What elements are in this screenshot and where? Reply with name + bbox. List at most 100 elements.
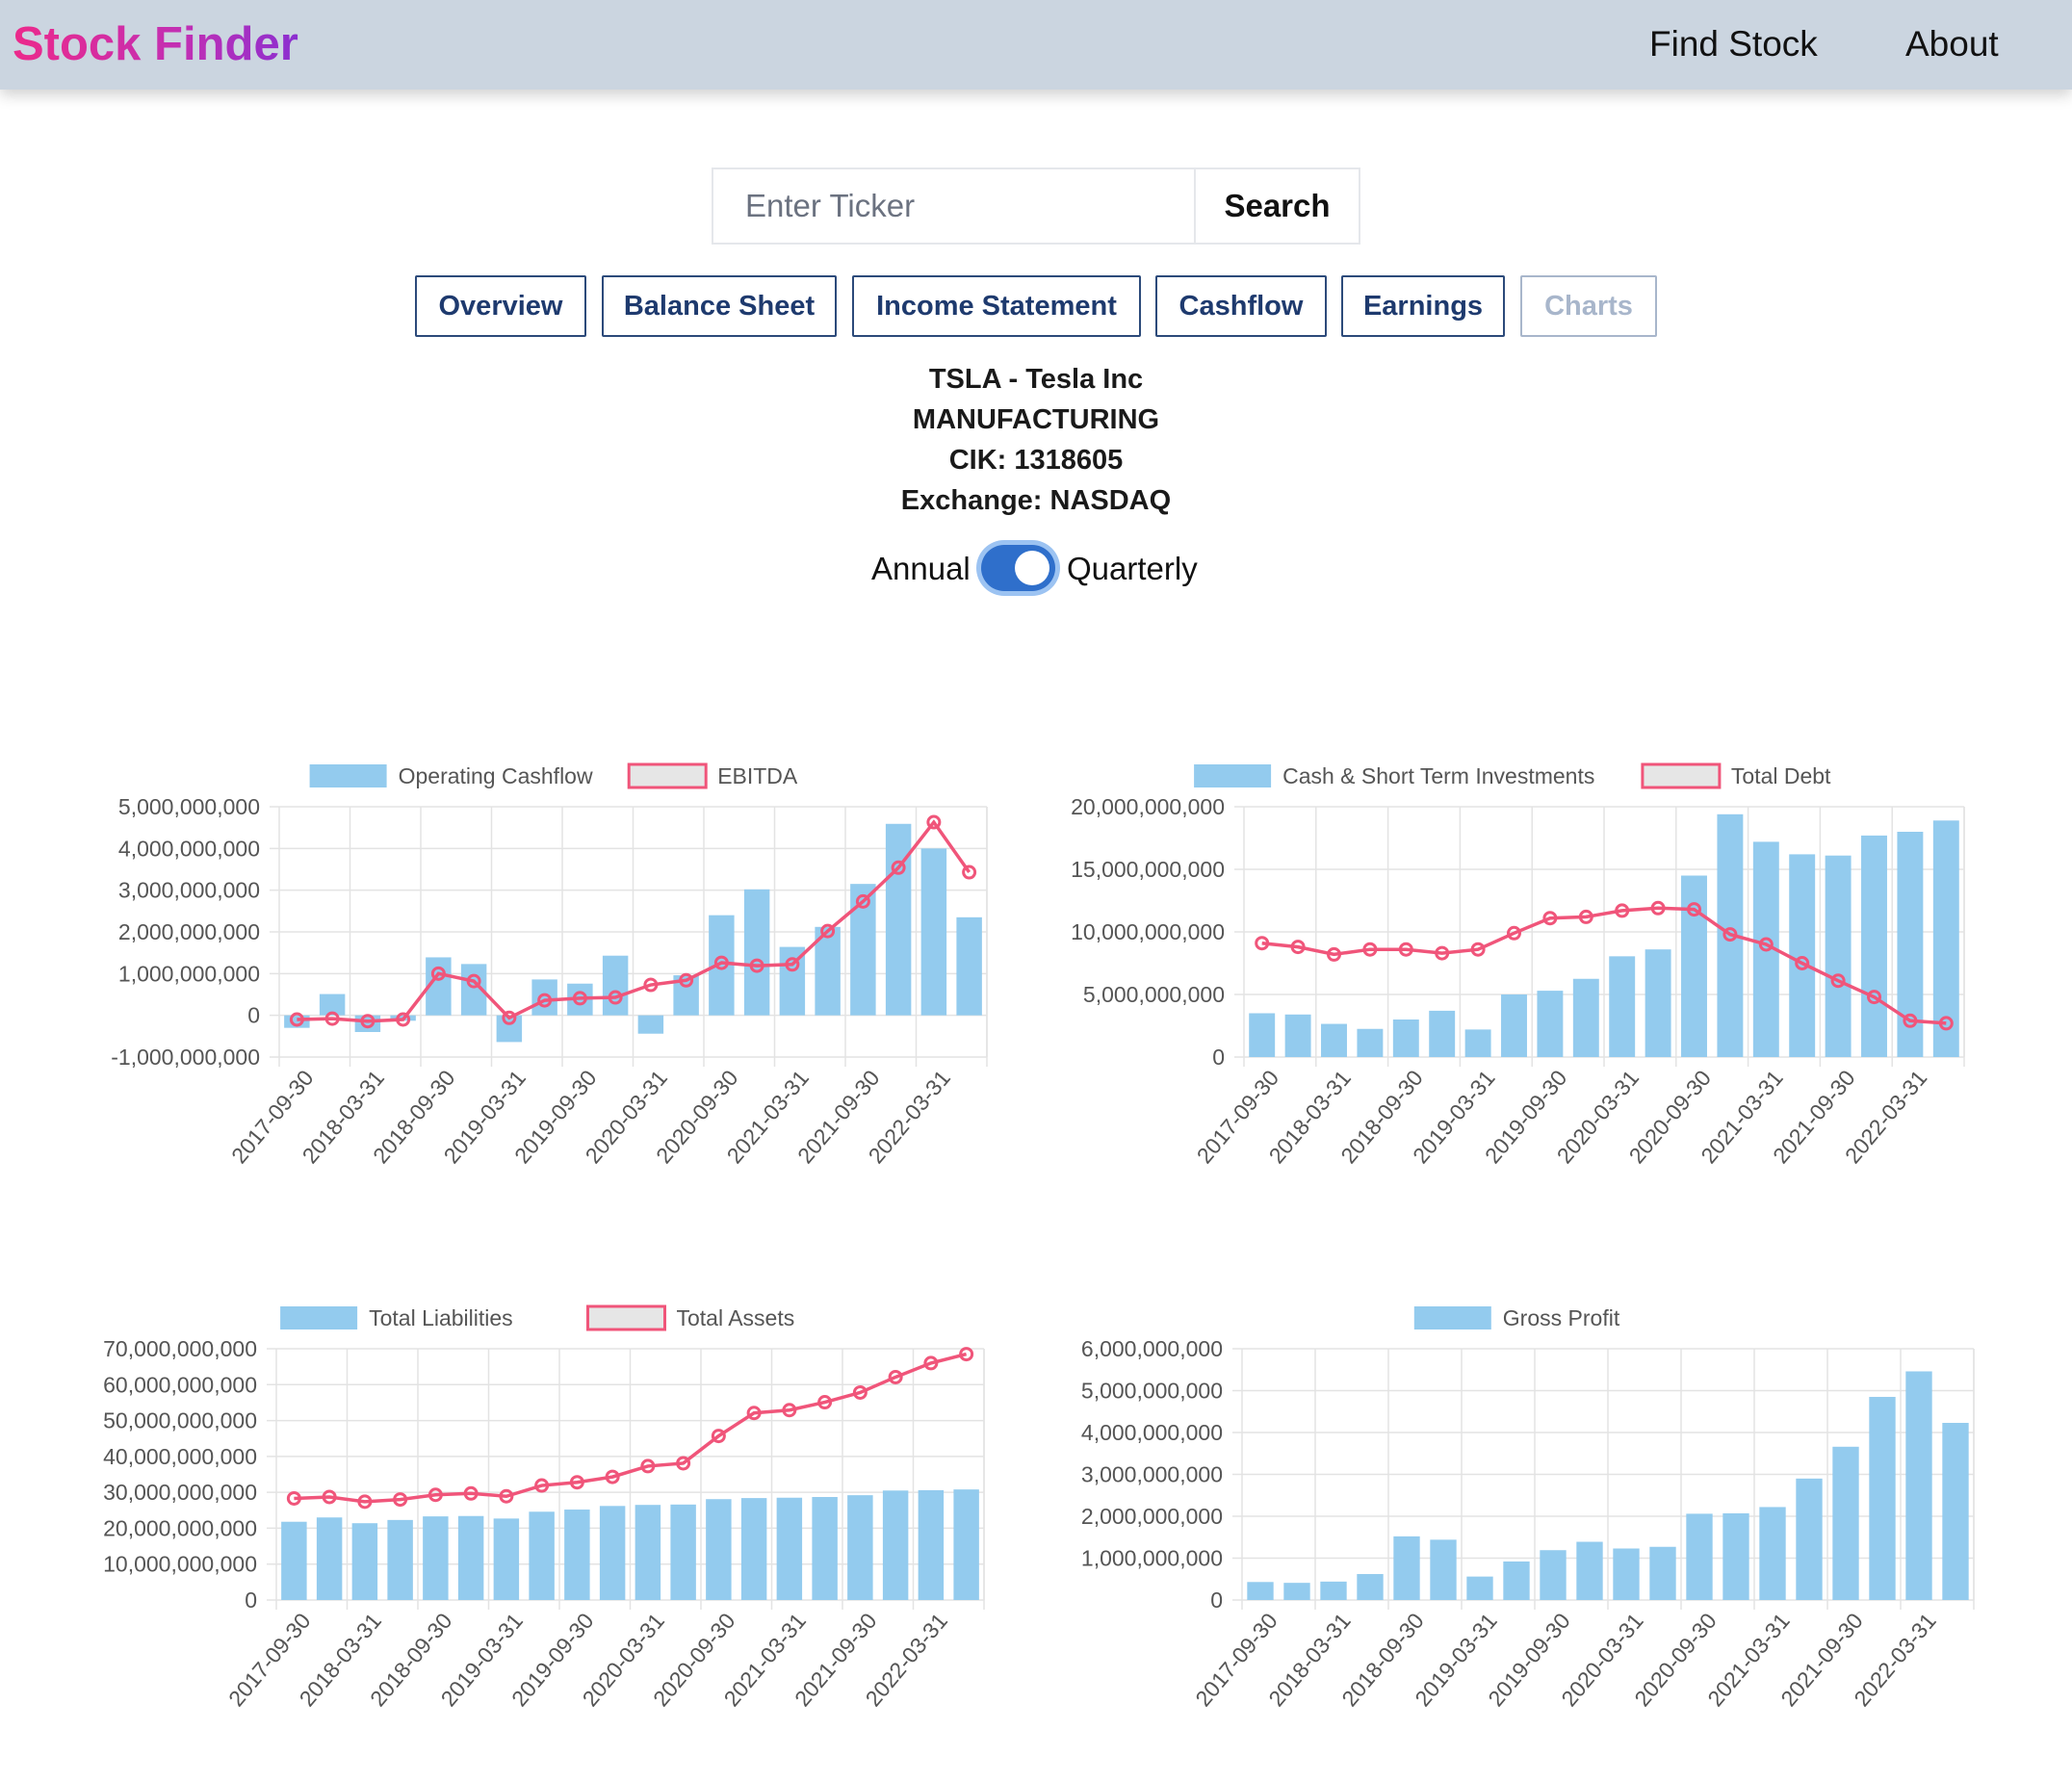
bar <box>1247 1582 1274 1600</box>
bar <box>1649 1546 1676 1600</box>
bar <box>1942 1422 1969 1600</box>
y-tick-label: 3,000,000,000 <box>118 878 260 903</box>
y-tick-label: 1,000,000,000 <box>118 961 260 986</box>
bar <box>885 823 912 1016</box>
tab-balance-sheet[interactable]: Balance Sheet <box>602 275 837 337</box>
legend-label: Total Liabilities <box>369 1305 513 1330</box>
y-tick-label: 3,000,000,000 <box>1081 1462 1223 1487</box>
bar <box>740 1498 767 1600</box>
y-tick-label: 0 <box>1212 1045 1225 1070</box>
legend-swatch <box>1413 1306 1491 1329</box>
y-tick-label: -1,000,000,000 <box>111 1045 260 1070</box>
y-tick-label: 60,000,000,000 <box>103 1372 257 1397</box>
ticker-search-input[interactable] <box>713 169 1196 243</box>
period-toggle-row: Annual Quarterly <box>0 545 2072 597</box>
bar <box>1897 832 1924 1057</box>
y-tick-label: 15,000,000,000 <box>1071 857 1225 882</box>
search-button[interactable]: Search <box>1196 169 1359 243</box>
y-tick-label: 5,000,000,000 <box>118 794 260 819</box>
y-tick-label: 30,000,000,000 <box>103 1480 257 1505</box>
bar <box>670 1504 696 1600</box>
y-tick-label: 0 <box>1210 1587 1223 1613</box>
bar <box>1613 1548 1640 1600</box>
y-tick-label: 2,000,000,000 <box>1081 1504 1223 1529</box>
tab-charts[interactable]: Charts <box>1520 275 1657 337</box>
bar <box>1825 855 1852 1057</box>
bar <box>387 1519 413 1600</box>
legend-label: Cash & Short Term Investments <box>1282 763 1594 788</box>
bar <box>812 1496 838 1600</box>
bar <box>1503 1561 1530 1600</box>
bar <box>706 1499 732 1600</box>
toggle-knob <box>1015 551 1049 585</box>
bar <box>709 915 735 1016</box>
y-tick-label: 0 <box>245 1587 257 1613</box>
tab-overview[interactable]: Overview <box>415 275 586 337</box>
bar <box>1501 994 1527 1057</box>
y-tick-label: 0 <box>247 1003 260 1028</box>
legend-swatch <box>1641 762 1722 789</box>
nav-link-about[interactable]: About <box>1905 24 1999 65</box>
bar <box>1832 1446 1859 1600</box>
nav-link-find-stock[interactable]: Find Stock <box>1649 24 1818 65</box>
tab-cashflow[interactable]: Cashflow <box>1155 275 1327 337</box>
legend-label: EBITDA <box>717 763 798 788</box>
bar <box>1789 854 1816 1057</box>
bar <box>1869 1397 1896 1600</box>
bar <box>882 1490 909 1600</box>
bar <box>1537 991 1564 1057</box>
y-tick-label: 10,000,000,000 <box>1071 919 1225 944</box>
bar <box>1540 1550 1567 1600</box>
bar <box>847 1495 873 1600</box>
company-cik: CIK: 1318605 <box>948 445 1124 476</box>
search-form: Search <box>712 168 1360 245</box>
bar <box>1861 835 1887 1057</box>
legend-swatch <box>309 764 387 787</box>
bar <box>1796 1478 1823 1600</box>
y-tick-label: 20,000,000,000 <box>103 1515 257 1540</box>
legend-label: Total Assets <box>677 1305 795 1330</box>
bar <box>1645 949 1671 1057</box>
company-exchange: Exchange: NASDAQ <box>900 485 1172 516</box>
bar <box>956 916 982 1016</box>
bar <box>1392 1020 1419 1057</box>
y-tick-label: 4,000,000,000 <box>1081 1420 1223 1445</box>
y-tick-label: 1,000,000,000 <box>1081 1546 1223 1571</box>
y-tick-label: 10,000,000,000 <box>103 1552 257 1577</box>
y-tick-label: 6,000,000,000 <box>1081 1336 1223 1361</box>
tab-income-statement[interactable]: Income Statement <box>852 275 1141 337</box>
y-tick-label: 5,000,000,000 <box>1081 1379 1223 1404</box>
liabilities-assets-chart: 0 10,000,000,000 20,000,000,000 30,000,000,… <box>103 1304 985 1711</box>
legend-label: Total Debt <box>1731 763 1831 788</box>
bar <box>1284 1014 1311 1057</box>
bar <box>635 1505 661 1600</box>
bar <box>918 1489 945 1600</box>
y-tick-label: 70,000,000,000 <box>103 1336 257 1361</box>
period-toggle-switch[interactable] <box>981 545 1055 591</box>
bar <box>743 889 770 1016</box>
bar <box>281 1521 307 1600</box>
bar <box>1722 1512 1749 1600</box>
company-title: TSLA - Tesla Inc <box>928 364 1144 395</box>
bar <box>776 1497 803 1600</box>
brand-logo[interactable]: Stock Finder <box>13 17 298 71</box>
y-tick-label: 4,000,000,000 <box>118 836 260 861</box>
legend-swatch <box>586 1304 666 1331</box>
bar <box>1759 1507 1786 1600</box>
cashflow-ebitda-chart: -1,000,000,000 0 1,000,000,000 2,000,000,00… <box>111 762 988 1168</box>
cash-debt-chart: 0 5,000,000,000 10,000,000,000 15,000,000,0… <box>1071 762 1965 1168</box>
bar <box>564 1510 590 1600</box>
bar <box>1249 1013 1276 1057</box>
bar <box>493 1518 520 1600</box>
bar <box>1686 1513 1713 1600</box>
bar <box>1572 978 1599 1057</box>
bar <box>316 1517 343 1600</box>
legend-swatch <box>627 762 708 789</box>
bar <box>1430 1539 1457 1600</box>
legend-swatch <box>280 1306 358 1329</box>
tab-earnings[interactable]: Earnings <box>1341 275 1505 337</box>
bar <box>602 955 629 1016</box>
bar <box>1393 1536 1420 1600</box>
bar <box>1357 1574 1384 1600</box>
bar <box>354 1015 381 1032</box>
